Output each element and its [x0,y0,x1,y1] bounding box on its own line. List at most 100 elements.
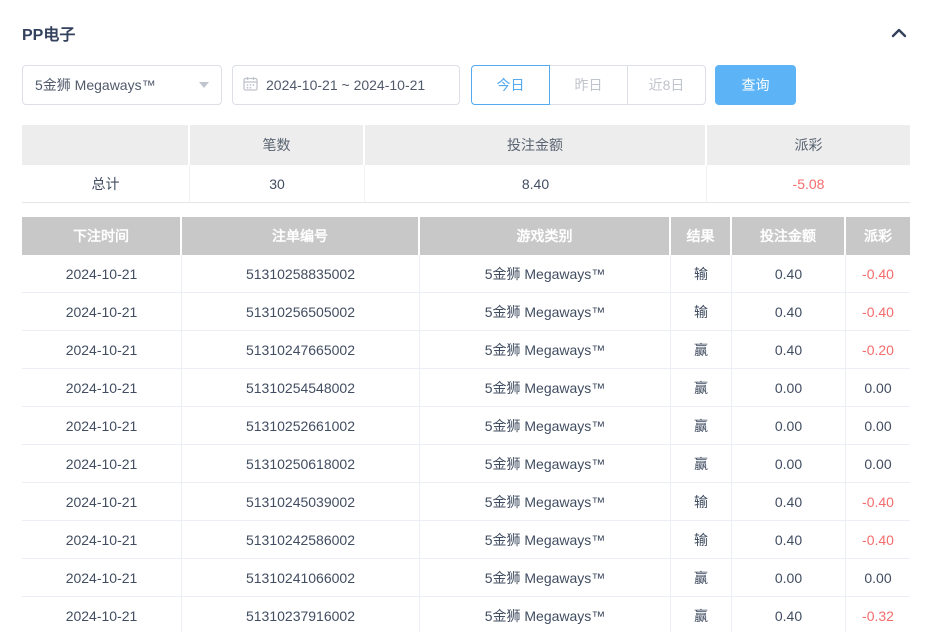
collapse-panel-button[interactable] [888,24,910,42]
cell-game-type: 5金狮 Megaways™ [420,293,671,330]
cell-result: 输 [671,521,732,558]
table-row: 2024-10-21 51310254548002 5金狮 Megaways™ … [22,369,910,407]
cell-game-type: 5金狮 Megaways™ [420,407,671,444]
summary-header-count: 笔数 [190,125,365,165]
cell-bet-amount: 0.40 [732,255,846,292]
cell-bet-time: 2024-10-21 [22,559,182,596]
cell-bet-amount: 0.40 [732,521,846,558]
cell-bet-time: 2024-10-21 [22,369,182,406]
cell-bet-time: 2024-10-21 [22,521,182,558]
table-row: 2024-10-21 51310237916002 5金狮 Megaways™ … [22,597,910,632]
cell-bet-time: 2024-10-21 [22,331,182,368]
records-table-header: 下注时间 注单编号 游戏类别 结果 投注金额 派彩 [22,217,910,255]
cell-result: 赢 [671,331,732,368]
cell-order-number: 51310254548002 [182,369,420,406]
cell-game-type: 5金狮 Megaways™ [420,521,671,558]
cell-payout: -0.32 [846,597,910,632]
summary-total-row: 总计 30 8.40 -5.08 [22,165,910,203]
cell-bet-time: 2024-10-21 [22,407,182,444]
cell-result: 输 [671,255,732,292]
summary-header-payout: 派彩 [707,125,910,165]
cell-game-type: 5金狮 Megaways™ [420,331,671,368]
cell-result: 赢 [671,445,732,482]
chevron-down-icon [199,82,209,88]
table-row: 2024-10-21 51310247665002 5金狮 Megaways™ … [22,331,910,369]
summary-header-bet-amount: 投注金额 [365,125,707,165]
cell-bet-time: 2024-10-21 [22,293,182,330]
quick-range-group: 今日 昨日 近8日 [471,65,706,105]
cell-game-type: 5金狮 Megaways™ [420,483,671,520]
panel-header: PP电子 [22,0,910,45]
chevron-up-icon [890,28,908,43]
calendar-icon [243,76,258,94]
summary-total-bet-amount: 8.40 [365,165,707,202]
cell-payout: 0.00 [846,369,910,406]
records-header-bet-amount: 投注金额 [732,217,846,255]
cell-result: 输 [671,483,732,520]
cell-order-number: 51310258835002 [182,255,420,292]
table-row: 2024-10-21 51310258835002 5金狮 Megaways™ … [22,255,910,293]
game-select-value: 5金狮 Megaways™ [35,75,156,95]
cell-game-type: 5金狮 Megaways™ [420,445,671,482]
cell-order-number: 51310256505002 [182,293,420,330]
cell-bet-amount: 0.40 [732,597,846,632]
cell-order-number: 51310241066002 [182,559,420,596]
cell-result: 赢 [671,559,732,596]
summary-header-blank [22,125,190,165]
cell-bet-time: 2024-10-21 [22,483,182,520]
table-row: 2024-10-21 51310242586002 5金狮 Megaways™ … [22,521,910,559]
cell-payout: -0.40 [846,255,910,292]
game-select[interactable]: 5金狮 Megaways™ [22,65,222,105]
page-title: PP电子 [22,21,75,45]
cell-order-number: 51310237916002 [182,597,420,632]
cell-bet-amount: 0.00 [732,559,846,596]
table-row: 2024-10-21 51310256505002 5金狮 Megaways™ … [22,293,910,331]
cell-payout: -0.40 [846,293,910,330]
search-button[interactable]: 查询 [715,65,796,105]
table-row: 2024-10-21 51310245039002 5金狮 Megaways™ … [22,483,910,521]
cell-payout: -0.20 [846,331,910,368]
summary-total-count: 30 [190,165,365,202]
cell-game-type: 5金狮 Megaways™ [420,559,671,596]
filter-bar: 5金狮 Megaways™ 2024-10-21 ~ 2024-10-21 今日… [22,65,910,105]
cell-game-type: 5金狮 Megaways™ [420,255,671,292]
cell-order-number: 51310245039002 [182,483,420,520]
records-header-bet-time: 下注时间 [22,217,182,255]
cell-order-number: 51310242586002 [182,521,420,558]
cell-bet-amount: 0.40 [732,293,846,330]
cell-order-number: 51310252661002 [182,407,420,444]
cell-bet-amount: 0.40 [732,331,846,368]
cell-result: 赢 [671,597,732,632]
cell-result: 输 [671,293,732,330]
records-table-body: 2024-10-21 51310258835002 5金狮 Megaways™ … [22,255,910,632]
cell-payout: 0.00 [846,445,910,482]
cell-game-type: 5金狮 Megaways™ [420,597,671,632]
cell-bet-time: 2024-10-21 [22,445,182,482]
cell-bet-time: 2024-10-21 [22,597,182,632]
cell-bet-amount: 0.00 [732,445,846,482]
cell-order-number: 51310250618002 [182,445,420,482]
table-row: 2024-10-21 51310241066002 5金狮 Megaways™ … [22,559,910,597]
date-range-picker[interactable]: 2024-10-21 ~ 2024-10-21 [232,65,460,105]
quick-range-last8days-button[interactable]: 近8日 [627,65,706,105]
summary-total-payout: -5.08 [707,165,910,202]
quick-range-yesterday-button[interactable]: 昨日 [549,65,628,105]
summary-table-header: 笔数 投注金额 派彩 [22,125,910,165]
quick-range-today-button[interactable]: 今日 [471,65,550,105]
cell-payout: 0.00 [846,559,910,596]
cell-bet-amount: 0.00 [732,407,846,444]
records-table: 下注时间 注单编号 游戏类别 结果 投注金额 派彩 2024-10-21 513… [22,217,910,632]
records-header-game-type: 游戏类别 [420,217,671,255]
cell-bet-amount: 0.40 [732,483,846,520]
cell-payout: -0.40 [846,521,910,558]
table-row: 2024-10-21 51310250618002 5金狮 Megaways™ … [22,445,910,483]
cell-payout: -0.40 [846,483,910,520]
cell-payout: 0.00 [846,407,910,444]
summary-table: 笔数 投注金额 派彩 总计 30 8.40 -5.08 [22,125,910,203]
records-header-order-number: 注单编号 [182,217,420,255]
date-range-value: 2024-10-21 ~ 2024-10-21 [266,77,425,93]
summary-total-label: 总计 [22,165,190,202]
cell-bet-amount: 0.00 [732,369,846,406]
cell-bet-time: 2024-10-21 [22,255,182,292]
records-header-payout: 派彩 [846,217,910,255]
